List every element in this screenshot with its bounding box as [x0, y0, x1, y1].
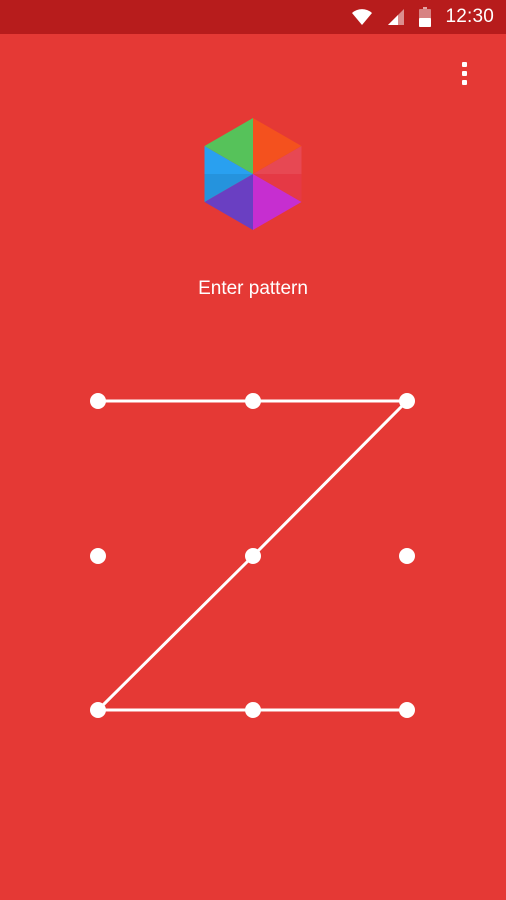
pattern-dot-7[interactable]	[90, 702, 106, 718]
pattern-dot-3[interactable]	[399, 393, 415, 409]
pattern-dot-2[interactable]	[245, 393, 261, 409]
pattern-dot-5[interactable]	[245, 548, 261, 564]
pattern-lock-grid[interactable]	[0, 0, 506, 900]
pattern-dot-8[interactable]	[245, 702, 261, 718]
pattern-dot-6[interactable]	[399, 548, 415, 564]
pattern-dot-4[interactable]	[90, 548, 106, 564]
pattern-dot-9[interactable]	[399, 702, 415, 718]
pattern-dot-1[interactable]	[90, 393, 106, 409]
